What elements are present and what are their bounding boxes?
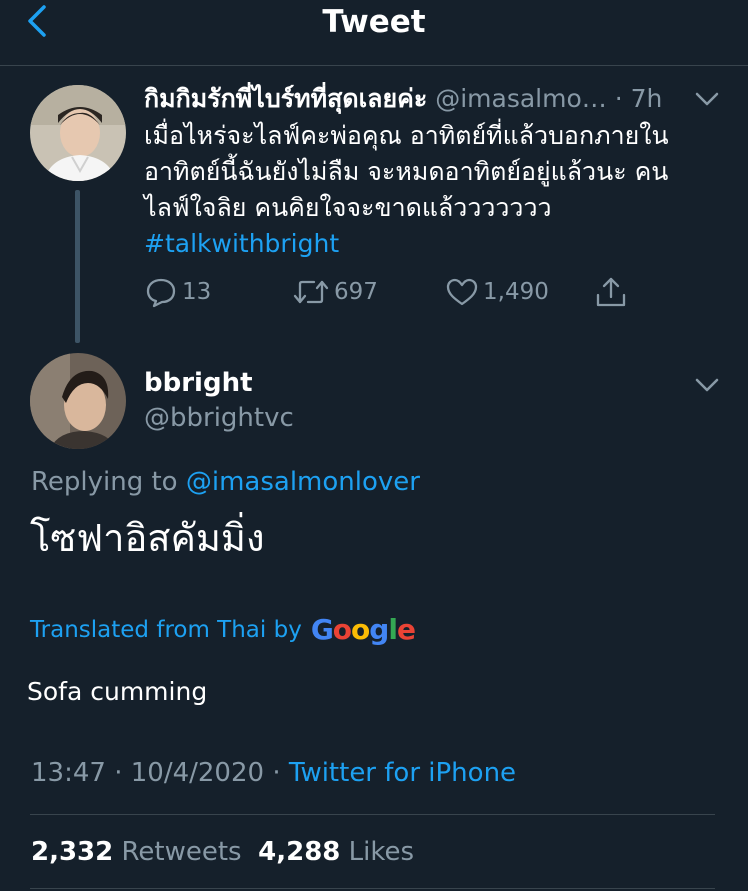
parent-author-name[interactable]: กิมกิมรักพี่ไบร์ทที่สุดเลยค่ะ bbox=[144, 84, 427, 113]
retweets-label: Retweets bbox=[121, 837, 242, 867]
share-button[interactable] bbox=[594, 272, 632, 312]
likes-count: 4,288 bbox=[258, 837, 341, 867]
main-avatar[interactable] bbox=[30, 353, 126, 449]
hashtag-link[interactable]: #talkwithbright bbox=[144, 226, 724, 262]
retweets-count: 2,332 bbox=[31, 837, 114, 867]
chevron-down-icon bbox=[695, 378, 719, 392]
like-button[interactable]: 1,490 bbox=[445, 272, 549, 312]
meta-separator: · bbox=[114, 758, 123, 788]
tweet-time: 13:47 bbox=[31, 758, 106, 788]
avatar-image bbox=[30, 353, 126, 449]
replying-to-mention[interactable]: @imasalmonlover bbox=[186, 467, 420, 497]
replying-prefix: Replying to bbox=[31, 467, 178, 497]
parent-text-line: อาทิตย์นี้ฉันยังไม่ลืม จะหมดอาทิตย์อยู่แ… bbox=[144, 157, 669, 186]
tweet-detail-screen: Tweet กิมกิมรักพี่ไบร์ทที่สุดเลยค่ะ @ima… bbox=[0, 0, 748, 891]
divider bbox=[30, 814, 715, 815]
tweet-meta: 13:47 · 10/4/2020 · Twitter for iPhone bbox=[31, 756, 516, 790]
main-more-button[interactable] bbox=[694, 375, 720, 395]
main-tweet-text: โซฟาอิสคัมมิ่ง bbox=[30, 516, 265, 560]
translated-from-link[interactable]: Translated from Thai by Google bbox=[30, 612, 416, 648]
replying-to: Replying to @imasalmonlover bbox=[31, 465, 420, 499]
tweet-date: 10/4/2020 bbox=[130, 758, 265, 788]
chevron-down-icon bbox=[695, 92, 719, 106]
reply-icon bbox=[146, 278, 176, 308]
translated-text: Sofa cumming bbox=[27, 677, 208, 706]
meta-separator: · bbox=[272, 758, 281, 788]
heart-icon bbox=[446, 278, 478, 306]
retweet-icon bbox=[293, 280, 329, 304]
divider bbox=[30, 888, 715, 889]
like-count: 1,490 bbox=[483, 279, 549, 305]
parent-author-handle[interactable]: @imasalmo… bbox=[435, 84, 607, 113]
thread-line bbox=[75, 190, 80, 343]
main-author-name[interactable]: bbright bbox=[144, 366, 253, 400]
reply-count: 13 bbox=[182, 279, 212, 305]
page-title: Tweet bbox=[322, 4, 426, 40]
tweet-stats: 2,332 Retweets 4,288 Likes bbox=[31, 835, 414, 869]
main-author-handle[interactable]: @bbrightvc bbox=[144, 401, 294, 435]
parent-action-bar: 13 697 1,490 bbox=[144, 272, 664, 312]
google-logo: Google bbox=[310, 613, 416, 646]
avatar-image bbox=[30, 85, 126, 181]
parent-tweet-text: เมื่อไหร่จะไลฟ์คะพ่อคุณ อาทิตย์ที่แล้วบอ… bbox=[144, 118, 724, 262]
retweet-button[interactable]: 697 bbox=[292, 272, 378, 312]
translated-label: Translated from Thai by bbox=[30, 617, 302, 643]
likes-label: Likes bbox=[348, 837, 415, 867]
parent-more-button[interactable] bbox=[694, 89, 720, 109]
tweet-source-link[interactable]: Twitter for iPhone bbox=[289, 758, 516, 788]
parent-tweet-time: · 7h bbox=[614, 84, 663, 113]
retweets-stat[interactable]: 2,332 Retweets bbox=[31, 837, 242, 867]
parent-text-line: เมื่อไหร่จะไลฟ์คะพ่อคุณ อาทิตย์ที่แล้วบอ… bbox=[144, 121, 669, 150]
parent-tweet-header: กิมกิมรักพี่ไบร์ทที่สุดเลยค่ะ @imasalmo…… bbox=[144, 82, 724, 116]
likes-stat[interactable]: 4,288 Likes bbox=[258, 837, 414, 867]
retweet-count: 697 bbox=[334, 279, 378, 305]
share-icon bbox=[596, 277, 626, 307]
top-bar: Tweet bbox=[0, 0, 748, 66]
reply-button[interactable]: 13 bbox=[144, 272, 211, 312]
parent-text-line: ไลฟ์ใจลิย คนคิยใจจะขาดแล้ววววววว bbox=[144, 193, 552, 222]
parent-avatar[interactable] bbox=[30, 85, 126, 181]
